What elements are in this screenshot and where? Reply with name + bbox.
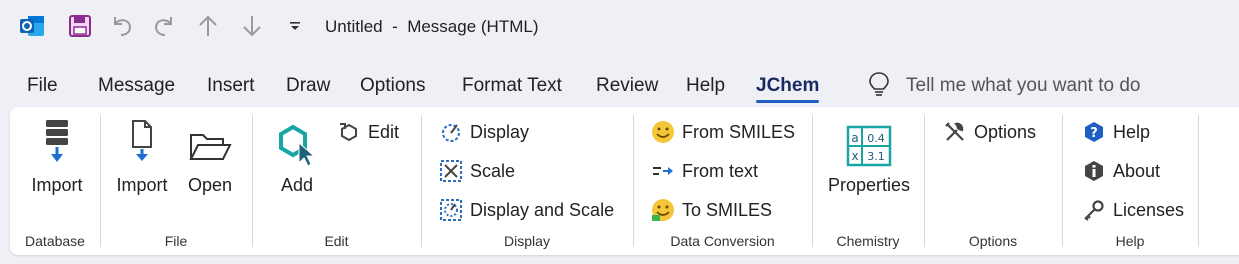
group-divider bbox=[1062, 115, 1063, 247]
group-divider bbox=[633, 115, 634, 247]
database-import-label: Import bbox=[31, 175, 83, 195]
properties-cell-value-1: 0.4 bbox=[867, 132, 885, 145]
window-title: Untitled - Message (HTML) bbox=[325, 17, 539, 36]
help-button[interactable]: ? Help bbox=[1081, 119, 1150, 145]
help-shield-icon: ? bbox=[1081, 119, 1107, 145]
info-icon bbox=[1081, 158, 1107, 184]
properties-label: Properties bbox=[827, 175, 911, 195]
group-label-edit: Edit bbox=[324, 233, 349, 249]
properties-cell-a: a bbox=[851, 131, 858, 145]
smiley-green-icon bbox=[650, 197, 676, 223]
file-import-icon bbox=[128, 115, 156, 167]
about-button[interactable]: About bbox=[1081, 158, 1160, 184]
group-label-display: Display bbox=[504, 233, 550, 249]
group-label-database: Database bbox=[25, 233, 85, 249]
redo-icon[interactable] bbox=[150, 12, 178, 40]
up-arrow-icon[interactable] bbox=[194, 12, 222, 40]
about-label: About bbox=[1113, 160, 1161, 181]
from-text-button[interactable]: From text bbox=[650, 158, 758, 184]
lightbulb-icon bbox=[868, 71, 890, 102]
group-label-data-conversion: Data Conversion bbox=[670, 233, 775, 249]
tools-icon bbox=[942, 119, 968, 145]
title-bar: Untitled - Message (HTML) bbox=[0, 0, 1239, 54]
properties-table-icon: a 0.4 x 3.1 bbox=[846, 115, 892, 167]
file-open-label: Open bbox=[187, 175, 233, 195]
display-and-scale-button[interactable]: Display and Scale bbox=[438, 197, 614, 223]
save-icon[interactable] bbox=[66, 12, 94, 40]
folder-open-icon bbox=[188, 115, 232, 167]
tab-review[interactable]: Review bbox=[596, 75, 658, 97]
from-smiles-label: From SMILES bbox=[682, 121, 796, 142]
display-scale-icon bbox=[438, 197, 464, 223]
group-label-chemistry: Chemistry bbox=[836, 233, 900, 249]
tab-format-text[interactable]: Format Text bbox=[462, 75, 562, 97]
help-label: Help bbox=[1113, 121, 1151, 142]
database-icon bbox=[42, 115, 72, 167]
tab-jchem[interactable]: JChem bbox=[756, 75, 820, 103]
from-smiles-button[interactable]: From SMILES bbox=[650, 119, 795, 145]
options-label: Options bbox=[974, 121, 1037, 142]
to-smiles-label: To SMILES bbox=[682, 199, 773, 220]
key-icon bbox=[1081, 197, 1107, 223]
to-smiles-button[interactable]: To SMILES bbox=[650, 197, 772, 223]
svg-text:?: ? bbox=[1090, 126, 1098, 141]
tab-message[interactable]: Message bbox=[98, 75, 175, 97]
options-button[interactable]: Options bbox=[942, 119, 1036, 145]
tab-help[interactable]: Help bbox=[686, 75, 725, 97]
edit-button[interactable]: Edit bbox=[336, 119, 399, 145]
edit-rotate-icon bbox=[336, 119, 362, 145]
scale-button[interactable]: Scale bbox=[438, 158, 515, 184]
tab-file[interactable]: File bbox=[27, 75, 58, 97]
display-and-scale-label: Display and Scale bbox=[470, 199, 615, 220]
add-structure-icon bbox=[277, 115, 317, 167]
group-divider bbox=[252, 115, 253, 247]
tell-me-search[interactable]: Tell me what you want to do bbox=[868, 71, 1141, 102]
licenses-button[interactable]: Licenses bbox=[1081, 197, 1184, 223]
group-divider bbox=[421, 115, 422, 247]
undo-icon[interactable] bbox=[108, 12, 136, 40]
group-divider bbox=[924, 115, 925, 247]
text-arrow-icon bbox=[650, 158, 676, 184]
tab-insert[interactable]: Insert bbox=[207, 75, 255, 97]
tab-options[interactable]: Options bbox=[360, 75, 425, 97]
group-label-options: Options bbox=[968, 233, 1018, 249]
group-divider bbox=[100, 115, 101, 247]
from-text-label: From text bbox=[682, 160, 759, 181]
edit-label: Edit bbox=[368, 121, 400, 142]
database-import-button[interactable]: Import bbox=[28, 115, 86, 196]
customize-dropdown-icon[interactable] bbox=[281, 12, 309, 40]
ribbon-panel: Import Database Import Open File Add Edi… bbox=[10, 107, 1239, 255]
file-import-label: Import bbox=[116, 175, 168, 195]
group-label-help: Help bbox=[1115, 233, 1145, 249]
properties-cell-x: x bbox=[851, 149, 858, 163]
file-open-button[interactable]: Open bbox=[185, 115, 235, 196]
scale-icon bbox=[438, 158, 464, 184]
group-divider bbox=[812, 115, 813, 247]
group-divider bbox=[1198, 115, 1199, 247]
tell-me-text: Tell me what you want to do bbox=[906, 75, 1141, 96]
outlook-icon bbox=[18, 12, 46, 40]
group-label-file: File bbox=[164, 233, 188, 249]
down-arrow-icon[interactable] bbox=[238, 12, 266, 40]
file-import-button[interactable]: Import bbox=[114, 115, 170, 196]
add-button[interactable]: Add bbox=[272, 115, 322, 196]
properties-button[interactable]: a 0.4 x 3.1 Properties bbox=[824, 115, 914, 196]
licenses-label: Licenses bbox=[1113, 199, 1185, 220]
tab-draw[interactable]: Draw bbox=[286, 75, 330, 97]
display-icon bbox=[438, 119, 464, 145]
display-label: Display bbox=[470, 121, 530, 142]
add-label: Add bbox=[280, 175, 314, 195]
smiley-icon bbox=[650, 119, 676, 145]
scale-label: Scale bbox=[470, 160, 516, 181]
properties-cell-value-2: 3.1 bbox=[867, 150, 885, 163]
display-button[interactable]: Display bbox=[438, 119, 529, 145]
